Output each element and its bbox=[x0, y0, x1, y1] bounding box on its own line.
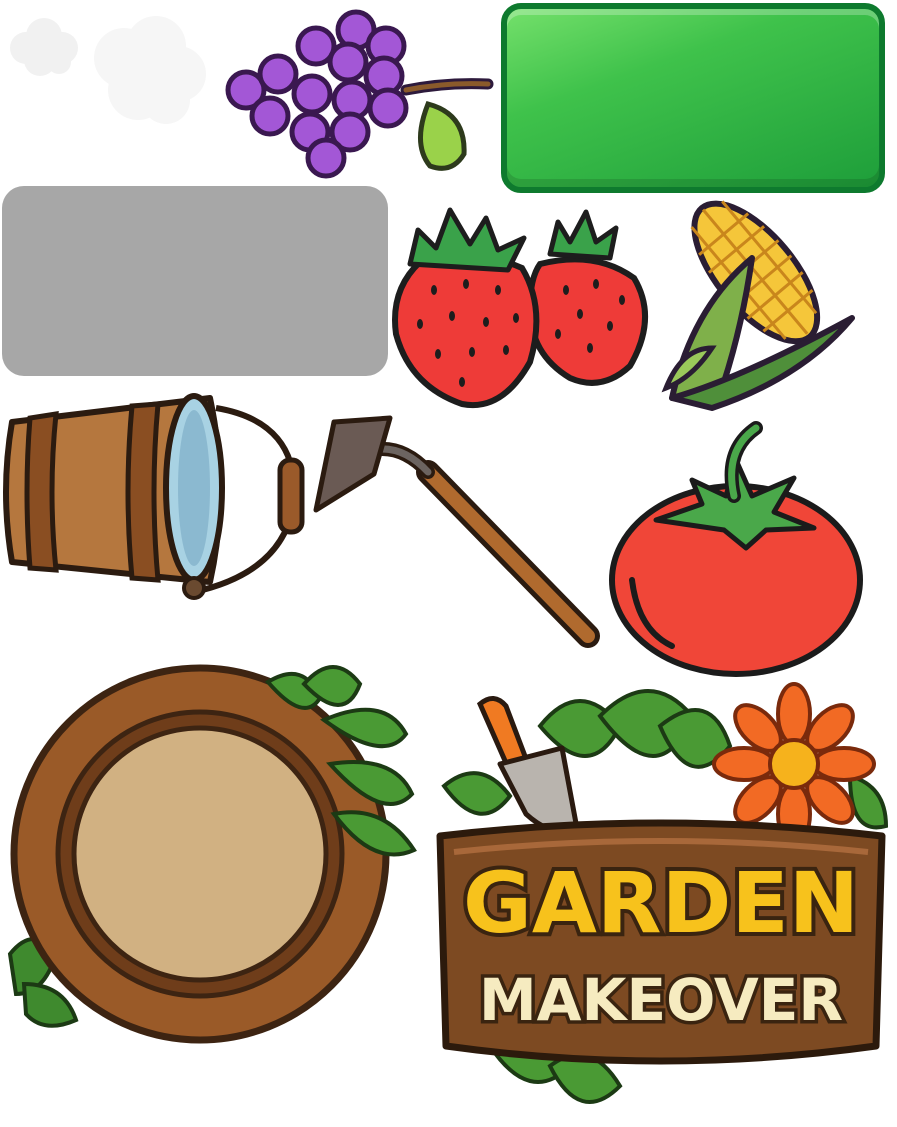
logo-subtitle: MAKEOVER bbox=[479, 966, 843, 1034]
cloud-puff-icon bbox=[4, 10, 84, 82]
grey-button[interactable] bbox=[2, 186, 388, 376]
tomato-icon bbox=[606, 420, 866, 677]
corn-icon bbox=[652, 198, 872, 418]
green-button[interactable] bbox=[501, 3, 885, 193]
logo-title: GARDEN bbox=[463, 854, 859, 952]
bucket-icon bbox=[3, 382, 305, 606]
grapes-icon bbox=[216, 4, 496, 184]
flower-icon bbox=[712, 682, 876, 846]
hoe-icon bbox=[312, 414, 608, 654]
game-logo: GARDEN MAKEOVER bbox=[430, 682, 894, 1126]
wood-frame-icon bbox=[4, 654, 424, 1044]
strawberries-icon bbox=[390, 198, 652, 412]
cloud-soft-icon bbox=[86, 8, 214, 130]
